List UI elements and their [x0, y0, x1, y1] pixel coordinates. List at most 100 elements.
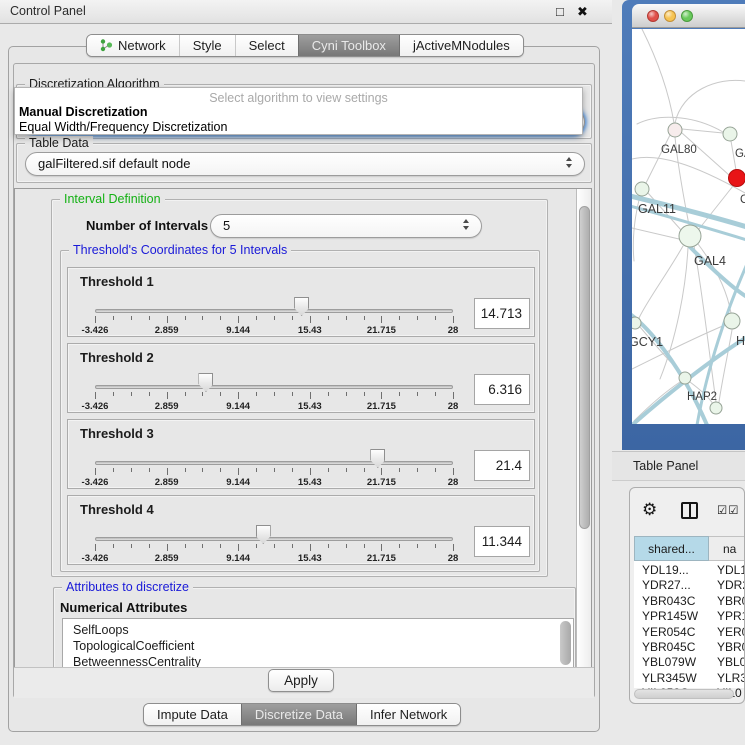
slider-track[interactable]: [95, 461, 453, 465]
gear-icon[interactable]: ⚙: [642, 500, 657, 520]
control-panel-title: Control Panel: [10, 4, 86, 18]
table-row[interactable]: YDL19...YDL1: [634, 563, 745, 578]
apply-button[interactable]: Apply: [268, 669, 334, 692]
tab-infer-network[interactable]: Infer Network: [356, 704, 460, 725]
slider-tick: [399, 392, 400, 396]
table-row[interactable]: YBL079WYBL0: [634, 655, 745, 670]
table-row[interactable]: YBR043CYBR0: [634, 594, 745, 609]
slider-tick: [167, 544, 168, 551]
float-window-icon[interactable]: □: [556, 4, 564, 20]
slider-tick: [310, 316, 311, 323]
slider-tick: [185, 544, 186, 548]
table-hscrollbar[interactable]: [632, 688, 740, 700]
slider-track[interactable]: [95, 309, 453, 313]
network-node[interactable]: [710, 402, 722, 414]
slider-tick: [95, 316, 96, 323]
slider-tick-label: 28: [448, 477, 459, 488]
network-node[interactable]: [632, 317, 641, 329]
numerical-attributes-list[interactable]: SelfLoopsTopologicalCoefficientBetweenne…: [62, 618, 574, 668]
slider-track[interactable]: [95, 537, 453, 541]
close-traffic-light-icon[interactable]: [647, 10, 659, 22]
tab-network[interactable]: Network: [87, 35, 179, 56]
settings-pane-scrollbar[interactable]: [576, 189, 591, 667]
slider-handle[interactable]: [370, 449, 385, 468]
slider-tick-label: 9.144: [226, 325, 250, 336]
network-node[interactable]: [729, 170, 745, 187]
slider-tick: [95, 392, 96, 399]
control-panel: Control Panel □ ✖ Network Style SelectCyni…: [0, 0, 612, 745]
slider-tick: [399, 544, 400, 548]
minimize-traffic-light-icon[interactable]: [664, 10, 676, 22]
table-data-combobox[interactable]: galFiltered.sif default node: [25, 152, 585, 176]
node-table[interactable]: shared...naYDL19...YDL1YDR27...YDR2YBR04…: [634, 536, 745, 688]
slider-tick: [417, 468, 418, 472]
tab-label: Infer Network: [370, 707, 447, 722]
dropdown-option[interactable]: Equal Width/Frequency Discretization: [19, 120, 227, 134]
zoom-traffic-light-icon[interactable]: [681, 10, 693, 22]
network-node-label: H: [736, 334, 745, 348]
dropdown-option[interactable]: Manual Discretization: [19, 105, 148, 119]
tab-jactivemnodules[interactable]: jActiveMNodules: [399, 35, 523, 56]
table-column-header[interactable]: na: [709, 536, 745, 561]
slider-tick: [274, 544, 275, 548]
number-of-intervals-value: 5: [223, 218, 230, 233]
dropdown-prompt: Select algorithm to view settings: [15, 91, 582, 105]
table-cell: YBL0: [717, 655, 745, 670]
table-row[interactable]: YLR345WYLR3: [634, 671, 745, 686]
split-columns-icon[interactable]: [681, 502, 698, 519]
slider-tick: [131, 316, 132, 320]
control-panel-titlebar: Control Panel: [0, 0, 612, 24]
tab-discretize-data[interactable]: Discretize Data: [241, 704, 356, 725]
slider-tick: [435, 468, 436, 472]
slider-handle[interactable]: [294, 297, 309, 316]
table-row[interactable]: YER054CYER0: [634, 625, 745, 640]
attribute-list-item[interactable]: SelfLoops: [63, 622, 573, 638]
attributes-list-scrollbar[interactable]: [560, 621, 571, 668]
tab-cyni-toolbox[interactable]: Cyni Toolbox: [298, 35, 399, 56]
threshold-value-field[interactable]: 6.316: [474, 374, 530, 405]
slider-tick: [167, 468, 168, 475]
attribute-list-item[interactable]: BetweennessCentrality: [63, 654, 573, 668]
slider-handle[interactable]: [198, 373, 213, 392]
threshold-label: Threshold 2: [80, 350, 154, 365]
close-window-icon[interactable]: ✖: [577, 4, 588, 20]
slider-tick: [310, 392, 311, 399]
threshold-value-field[interactable]: 21.4: [474, 450, 530, 481]
slider-handle[interactable]: [256, 525, 271, 544]
tab-label: Style: [193, 38, 222, 53]
table-row[interactable]: YDR27...YDR2: [634, 578, 745, 593]
attribute-list-item[interactable]: TopologicalCoefficient: [63, 638, 573, 654]
number-of-intervals-spinner[interactable]: 5: [210, 214, 482, 238]
tab-impute-data[interactable]: Impute Data: [144, 704, 241, 725]
slider-tick: [149, 392, 150, 396]
network-node[interactable]: [635, 182, 649, 196]
network-view-window[interactable]: GAL80GACGAL11GAL4GCY1HHAP2: [622, 0, 745, 450]
checkbox-icons[interactable]: ☑☑: [717, 503, 740, 517]
network-node[interactable]: [679, 372, 691, 384]
network-window-titlebar[interactable]: [632, 4, 745, 28]
tab-style[interactable]: Style: [179, 35, 235, 56]
slider-tick: [274, 392, 275, 396]
slider-tick-label: 9.144: [226, 477, 250, 488]
slider-tick-label: 21.715: [367, 553, 396, 564]
slider-tick-label: 21.715: [367, 325, 396, 336]
slider-tick: [256, 468, 257, 472]
table-column-header[interactable]: shared...: [634, 536, 709, 561]
threshold-label: Threshold 3: [80, 426, 154, 441]
slider-tick: [453, 544, 454, 551]
network-node[interactable]: [679, 225, 701, 247]
network-node[interactable]: [723, 127, 737, 141]
tab-label: jActiveMNodules: [413, 38, 510, 53]
tab-select[interactable]: Select: [235, 35, 298, 56]
network-canvas[interactable]: GAL80GACGAL11GAL4GCY1HHAP2: [632, 29, 745, 424]
slider-tick: [113, 392, 114, 396]
table-cell: YBR043C: [642, 594, 695, 609]
network-node[interactable]: [668, 123, 682, 137]
table-row[interactable]: YPR145WYPR1: [634, 609, 745, 624]
table-cell: YBR045C: [642, 640, 695, 655]
slider-track[interactable]: [95, 385, 453, 389]
table-row[interactable]: YBR045CYBR0: [634, 640, 745, 655]
threshold-value-field[interactable]: 11.344: [474, 526, 530, 557]
network-node[interactable]: [724, 313, 740, 329]
threshold-value-field[interactable]: 14.713: [474, 298, 530, 329]
